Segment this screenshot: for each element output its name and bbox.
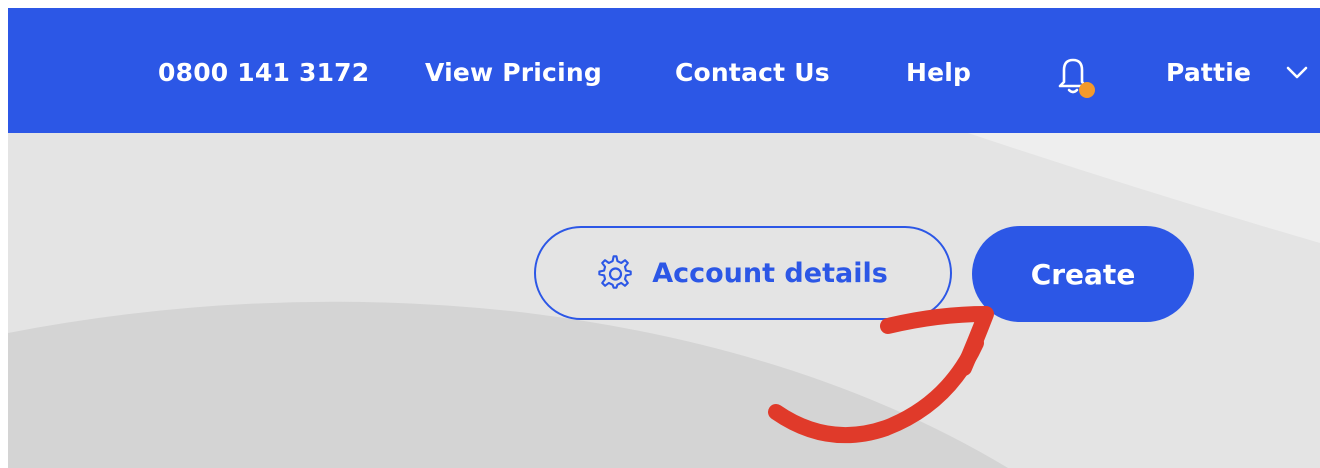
account-details-label: Account details [652,257,888,289]
gear-icon [598,255,634,291]
view-pricing-link[interactable]: View Pricing [425,53,602,93]
phone-number-link[interactable]: 0800 141 3172 [158,53,369,93]
create-label: Create [1030,257,1136,291]
help-link[interactable]: Help [906,53,971,93]
app-frame: 0800 141 3172 View Pricing Contact Us He… [8,8,1320,468]
bell-icon[interactable] [1052,52,1098,100]
contact-us-link[interactable]: Contact Us [675,53,830,93]
user-menu-name[interactable]: Pattie [1166,53,1251,93]
chevron-down-icon[interactable] [1284,63,1310,83]
create-button[interactable]: Create [972,226,1194,322]
account-details-button[interactable]: Account details [534,226,952,320]
top-navigation-bar: 0800 141 3172 View Pricing Contact Us He… [8,8,1320,133]
notification-dot [1079,82,1095,98]
